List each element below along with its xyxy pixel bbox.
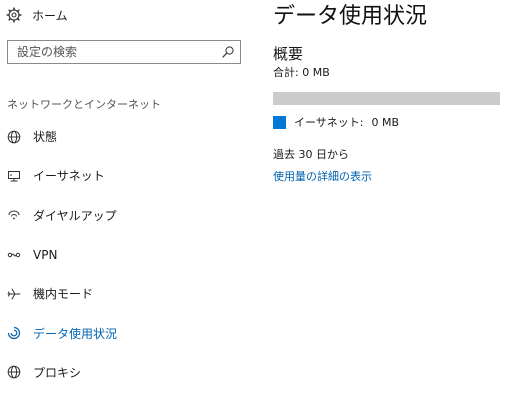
period-text: 過去 30 日から <box>273 148 349 161</box>
vpn-icon <box>6 247 22 263</box>
usage-details-link[interactable]: 使用量の詳細の表示 <box>273 168 372 184</box>
sidebar-item-label: ダイヤルアップ <box>33 208 117 223</box>
data-usage-icon <box>6 325 22 341</box>
globe-icon <box>6 364 22 380</box>
section-header: ネットワークとインターネット <box>7 98 161 111</box>
sidebar-item-label: データ使用状況 <box>33 326 118 341</box>
total-usage: 合計: 0 MB <box>273 66 330 79</box>
legend-row: イーサネット: 0 MB <box>273 114 399 130</box>
sidebar-item-ethernet[interactable]: イーサネット <box>0 156 250 195</box>
nav-list: 状態 イーサネット ダイヤルアップ VPN 機内モード データ使用状況 プロキシ <box>0 117 250 392</box>
sidebar-item-airplane-mode[interactable]: 機内モード <box>0 274 250 313</box>
home-label: ホーム <box>32 8 68 23</box>
search-input[interactable] <box>8 42 216 62</box>
sidebar-item-proxy[interactable]: プロキシ <box>0 353 250 392</box>
usage-bar <box>273 92 500 105</box>
dialup-icon <box>6 207 22 223</box>
sidebar-item-vpn[interactable]: VPN <box>0 235 250 274</box>
sidebar-item-label: イーサネット <box>33 169 105 184</box>
legend-value: 0 MB <box>371 115 400 129</box>
sidebar-item-data-usage[interactable]: データ使用状況 <box>0 313 250 352</box>
search-icon[interactable] <box>216 41 240 63</box>
overview-heading: 概要 <box>273 45 304 63</box>
sidebar-item-dialup[interactable]: ダイヤルアップ <box>0 196 250 235</box>
sidebar-item-label: プロキシ <box>33 365 82 380</box>
airplane-icon <box>6 286 22 302</box>
home-nav-item[interactable]: ホーム <box>6 4 68 26</box>
search-box <box>7 40 241 64</box>
ethernet-icon <box>6 168 22 184</box>
sidebar-item-label: 状態 <box>33 130 58 145</box>
sidebar-item-label: 機内モード <box>33 287 94 302</box>
sidebar-item-status[interactable]: 状態 <box>0 117 250 156</box>
legend-label: イーサネット: <box>294 116 364 129</box>
gear-icon <box>6 7 22 23</box>
sidebar: ホーム ネットワークとインターネット 状態 <box>0 0 250 400</box>
sidebar-item-label: VPN <box>33 247 58 262</box>
ethernet-legend-swatch <box>273 115 286 129</box>
globe-icon <box>6 129 22 145</box>
page-title: データ使用状況 <box>273 4 428 29</box>
